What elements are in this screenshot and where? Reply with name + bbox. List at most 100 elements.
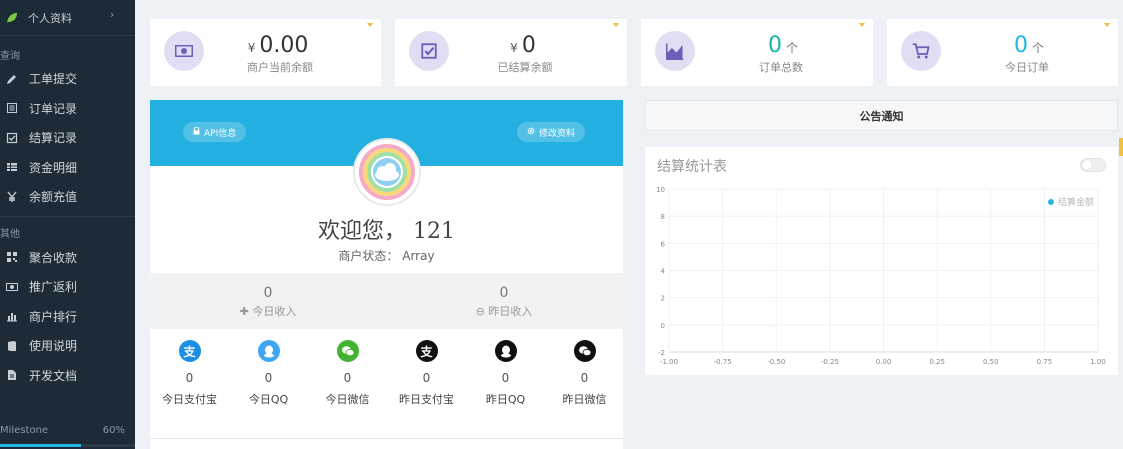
stat-prefix: ¥ [247,41,256,55]
yesterday-income: 0 ⊖ 昨日收入 [386,285,622,319]
qq-icon [494,340,517,362]
x-tick-label: 0.00 [876,358,892,366]
sidebar-item-query-1[interactable]: 订单记录 [0,94,135,124]
cart-icon [912,42,930,60]
stat-value: 0.00 [259,33,309,58]
stat-icon-circle [655,31,695,71]
edit-profile-button[interactable]: 修改资料 [517,122,586,142]
caret-down-icon[interactable] [367,23,373,27]
stat-label: 已结算余额 [497,61,553,74]
yesterday-income-caption: ⊖ 昨日收入 [386,303,622,319]
stat-value-row: ¥0.00 [210,33,350,58]
stat-unit: 个 [785,41,798,55]
x-tick-label: 0.75 [1037,358,1053,366]
plus-icon: ✚ [239,305,253,318]
milestone-percent: 60% [102,425,125,436]
leaf-icon [6,12,18,24]
sidebar-item-query-2[interactable]: 结算记录 [0,123,135,153]
y-tick-label: 10 [656,186,665,194]
payment-stat: 0 今日微信 [308,338,387,407]
sidebar-item-label: 使用说明 [29,339,78,354]
stat-prefix: ¥ [510,41,518,55]
stat-label: 商户当前余额 [247,61,313,74]
merchant-status-label: 商户状态： [338,249,399,263]
sidebar-item-label: 结算记录 [29,131,78,146]
welcome-text: 欢迎您， 121 [318,219,455,244]
yesterday-income-label: 昨日收入 [488,305,533,318]
x-tick-label: -0.50 [767,358,785,366]
area-chart-icon [666,42,684,60]
caret-down-icon[interactable] [613,23,619,27]
payment-value: 0 [580,371,589,385]
notice-header[interactable]: 公告通知 [645,100,1118,131]
sidebar-item-other-1[interactable]: 推广返利 [0,272,135,302]
stat-value: 0 [767,33,782,58]
stat-value-row: ¥0 [455,33,595,58]
stat-card: ¥0.00 商户当前余额 [150,19,381,86]
sidebar-item-other-3[interactable]: 使用说明 [0,331,135,361]
y-tick-label: 0 [661,322,665,330]
sidebar-item-other-0[interactable]: 聚合收款 [0,243,135,273]
stat-icon-circle [164,31,204,71]
x-tick-label: 0.25 [929,358,945,366]
payment-label: 昨日支付宝 [399,393,454,406]
sidebar-item-query-4[interactable]: 余额充值 [0,182,135,212]
profile-card: API信息 修改资料 欢迎您， 121 商户状态： Array 0 ✚ 今日收入… [150,100,623,440]
payment-stat: 支 0 今日支付宝 [150,338,229,407]
payment-label: 今日QQ [248,393,289,406]
sidebar-item-profile[interactable]: 个人资料 › [0,0,135,36]
caret-down-icon[interactable] [859,23,865,27]
payment-stat: 0 昨日微信 [545,338,624,407]
sidebar-item-query-3[interactable]: 资金明细 [0,153,135,183]
y-tick-label: 2 [661,295,665,303]
payment-label: 昨日微信 [562,393,607,406]
side-handle[interactable] [1119,138,1123,156]
check-square-icon [420,42,438,60]
api-info-label: API信息 [204,128,237,139]
y-tick-label: 6 [661,240,666,248]
today-income-label: 今日收入 [252,305,297,318]
caret-down-icon[interactable] [1104,23,1110,27]
yen-icon [5,190,19,204]
payment-value: 0 [501,371,510,385]
x-tick-label: -1.00 [660,358,678,366]
gear-icon [527,127,535,138]
y-tick-label: 8 [661,213,665,221]
payment-label: 今日支付宝 [162,393,217,406]
sidebar-item-label: 聚合收款 [29,250,78,265]
money-icon [175,42,193,60]
qrcode-icon [5,250,19,264]
sidebar-section-query: 查询 [0,50,20,62]
stat-label: 订单总数 [759,61,803,74]
sidebar-item-other-4[interactable]: 开发文档 [0,361,135,391]
sidebar-item-label: 推广返利 [29,280,78,295]
wechat-icon [336,340,359,362]
stat-unit: 个 [1031,41,1044,55]
sidebar-item-label: 工单提交 [29,72,78,87]
stat-icon-circle [901,31,941,71]
stat-value: 0 [1013,33,1028,58]
x-tick-label: 1.00 [1090,358,1106,366]
sidebar-item-label: 开发文档 [29,368,78,383]
sidebar-item-label: 个人资料 [28,11,72,25]
stat-value: 0 [521,33,536,58]
payment-glyph: 支 [420,344,433,359]
payment-value: 0 [264,371,273,385]
payment-value: 0 [343,371,352,385]
chart-plot: -1.00 -0.75 -0.50 -0.25 0.00 0.25 0.50 0.75 1.00… [656,186,1106,366]
chart-title: 结算统计表 [657,159,727,175]
today-income-value: 0 [263,285,273,301]
chart-toggle[interactable] [1080,158,1106,172]
merchant-status-value: Array [402,249,435,263]
alipay-icon: 支 [178,340,201,362]
sidebar-item-other-2[interactable]: 商户排行 [0,302,135,332]
stat-icon-circle [409,31,449,71]
payment-label: 今日微信 [325,393,370,406]
check-square-icon [5,131,19,145]
wechat-icon [573,340,596,362]
sidebar-item-query-0[interactable]: 工单提交 [0,64,135,94]
stat-card: 0个 今日订单 [887,19,1118,86]
api-info-button[interactable]: API信息 [183,122,247,142]
edit-profile-label: 修改资料 [539,128,576,139]
alipay-icon: 支 [415,340,438,362]
